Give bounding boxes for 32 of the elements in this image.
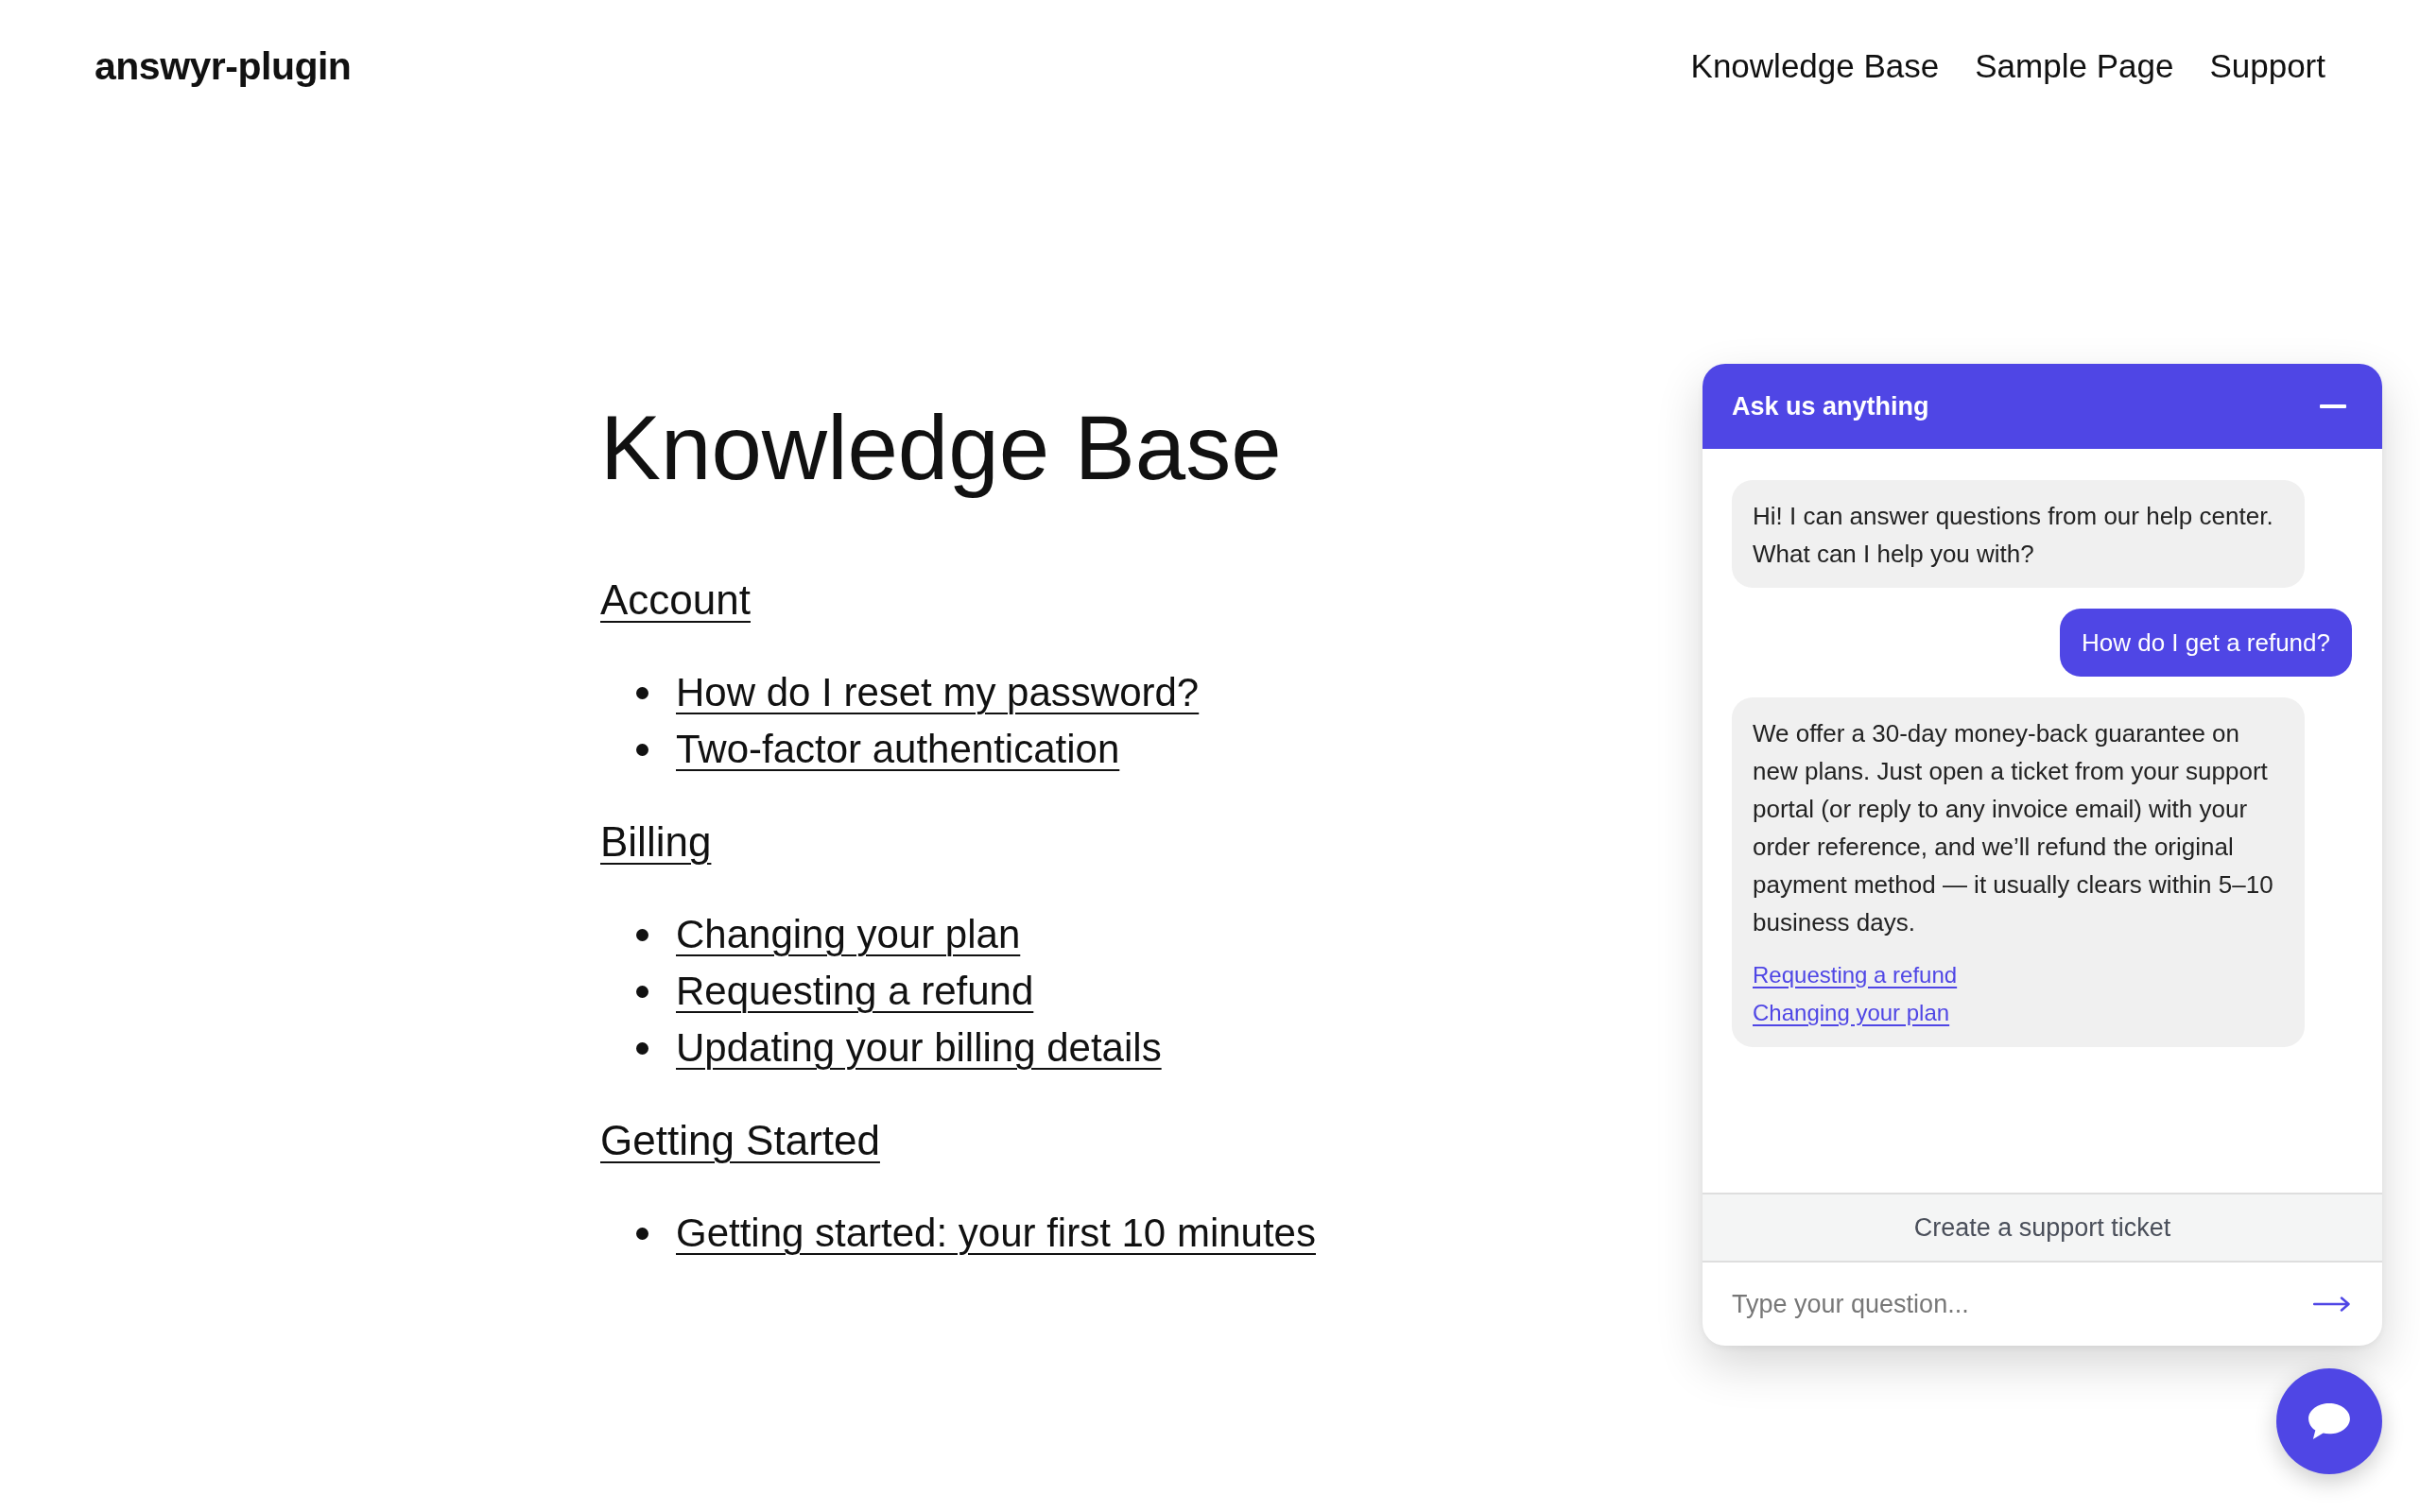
bullet-icon bbox=[636, 686, 648, 699]
bullet-icon bbox=[636, 1041, 648, 1055]
article-link[interactable]: Changing your plan bbox=[676, 906, 1021, 963]
arrow-icon bbox=[2313, 1297, 2351, 1312]
section-link[interactable]: Getting Started bbox=[600, 1117, 880, 1163]
bullet-icon bbox=[636, 928, 648, 941]
nav-link[interactable]: Sample Page bbox=[1975, 47, 2174, 85]
section-link[interactable]: Billing bbox=[600, 818, 712, 865]
bullet-icon bbox=[636, 1227, 648, 1240]
message-text: How do I get a refund? bbox=[2081, 627, 2330, 659]
message-text: Hi! I can answer questions from our help center. What can I help you with? bbox=[1753, 501, 2274, 570]
section-link[interactable]: Account bbox=[600, 576, 751, 623]
create-ticket-button[interactable]: Create a support ticket bbox=[1703, 1193, 2382, 1263]
article-link[interactable]: Getting started: your first 10 minutes bbox=[676, 1205, 1316, 1262]
nav-link[interactable]: Knowledge Base bbox=[1690, 47, 1940, 85]
page-title: Knowledge Base bbox=[600, 396, 1282, 500]
article-link[interactable]: Two-factor authentication bbox=[676, 721, 1120, 778]
chat-bubble-icon bbox=[2308, 1402, 2351, 1440]
chat-title: Ask us anything bbox=[1732, 391, 1929, 421]
article-link[interactable]: Updating your billing details bbox=[676, 1020, 1162, 1076]
message-text: We offer a 30-day money-back guarantee on new plans. Just open a ticket from your support portal (or reply to any invoice email) with your order reference, and we’ll refund the original payment method — it usually clears within 5–10 business days. bbox=[1753, 718, 2274, 938]
bullet-icon bbox=[636, 985, 648, 998]
source-link[interactable]: Requesting a refund bbox=[1753, 956, 1958, 994]
bullet-icon bbox=[636, 743, 648, 756]
site-logo[interactable]: answyr-plugin bbox=[95, 43, 352, 89]
source-link[interactable]: Changing your plan bbox=[1753, 994, 1950, 1032]
article-link[interactable]: Requesting a refund bbox=[676, 963, 1034, 1020]
send-button[interactable] bbox=[2313, 1297, 2351, 1312]
nav-link[interactable]: Support bbox=[2209, 47, 2325, 85]
minimize-icon bbox=[2320, 404, 2346, 408]
article-link[interactable]: How do I reset my password? bbox=[676, 664, 1200, 721]
question-input[interactable]: Type your question... bbox=[1732, 1283, 2298, 1325]
